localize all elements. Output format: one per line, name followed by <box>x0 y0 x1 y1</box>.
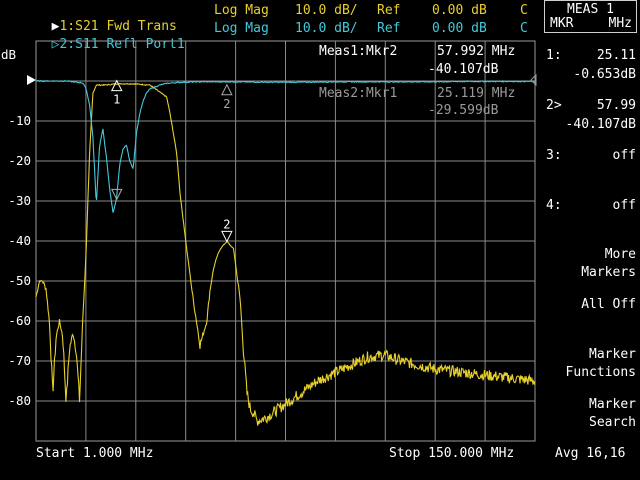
stop-frequency[interactable]: Stop 150.000 MHz <box>389 446 514 462</box>
marker-1-label: 1: <box>546 48 562 63</box>
y-tick-label: -60 <box>8 313 31 328</box>
reference-arrow-icon[interactable] <box>27 75 36 85</box>
y-tick-label: -50 <box>8 273 31 288</box>
marker-2-s11[interactable]: 2 <box>221 83 233 111</box>
marker-search-line2: Search <box>589 415 636 430</box>
marker-3-label: 3: <box>546 148 562 163</box>
y-axis-unit: dB <box>1 47 16 62</box>
marker-triangle-icon <box>221 230 233 243</box>
marker-4-label: 4: <box>546 198 562 213</box>
all-off-line1: All Off <box>581 297 636 312</box>
marker-functions-line1: Marker <box>589 347 636 362</box>
meas1-frequency: 57.992 MHz <box>437 44 516 59</box>
marker-2-sub: -40.107dB <box>565 117 636 132</box>
marker-2-value: 57.99 <box>596 98 636 113</box>
marker-2-label: 2> <box>546 98 562 113</box>
y-axis-tick-labels: -10 -20 -30 -40 -50 -60 -70 -80 <box>8 113 31 408</box>
trace-plot[interactable]: -10 -20 -30 -40 -50 -60 -70 -80 dB 1 2 2 <box>0 0 640 480</box>
y-tick-label: -80 <box>8 393 31 408</box>
marker-3-value: off <box>612 148 636 163</box>
y-tick-label: -40 <box>8 233 31 248</box>
marker-search-line1: Marker <box>589 397 636 412</box>
marker-label: 1 <box>113 93 120 107</box>
marker-1-sub: -0.653dB <box>573 67 636 82</box>
meas2-frequency: 25.119 MHz <box>437 86 516 101</box>
softkey-subtitle-right: MHz <box>608 16 632 31</box>
marker-triangle-icon <box>221 83 233 96</box>
softkey-title: MEAS 1 <box>567 2 614 17</box>
softkey-title-box: MEAS 1 MKR MHz <box>544 0 637 33</box>
meas1-value: -40.107dB <box>428 62 499 77</box>
marker-4-value: off <box>612 198 636 213</box>
y-tick-label: -10 <box>8 113 31 128</box>
averaging-status: Avg 16,16 <box>555 446 626 461</box>
marker-triangle-icon <box>110 79 123 92</box>
marker-1-value: 25.11 <box>596 48 636 63</box>
marker-functions-line2: Functions <box>565 365 636 380</box>
meas1-label: Meas1:Mkr2 <box>319 44 398 59</box>
y-tick-label: -70 <box>8 353 31 368</box>
softkey-subtitle-left: MKR <box>550 16 574 31</box>
more-markers-line2: Markers <box>581 265 636 280</box>
marker-2-s21[interactable]: 2 <box>221 217 233 243</box>
y-tick-label: -30 <box>8 193 31 208</box>
meas2-value: -29.599dB <box>428 103 499 118</box>
meas2-label: Meas2:Mkr1 <box>319 86 398 101</box>
more-markers-line1: More <box>604 247 636 262</box>
y-tick-label: -20 <box>8 153 31 168</box>
start-frequency[interactable]: Start 1.000 MHz <box>36 446 153 462</box>
marker-label: 2 <box>223 97 230 111</box>
marker-label: 2 <box>223 217 230 231</box>
